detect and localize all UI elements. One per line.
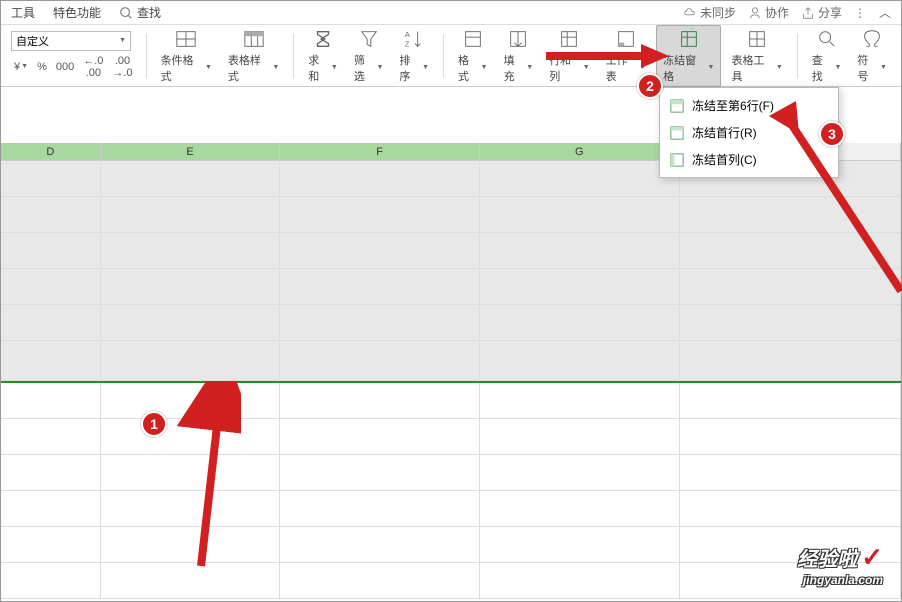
- check-icon: ✓: [861, 542, 883, 573]
- fill-button[interactable]: 填充▼: [498, 26, 540, 86]
- magnifier-icon: [815, 28, 839, 50]
- search-icon: [119, 6, 133, 20]
- sort-icon: AZ: [402, 28, 426, 50]
- table-tools-button[interactable]: 表格工具▼: [725, 26, 788, 86]
- watermark: 经验啦✓ jingyanla.com: [797, 542, 883, 587]
- filter-button[interactable]: 筛选▼: [348, 26, 390, 86]
- funnel-icon: [357, 28, 381, 50]
- grid-icon: [174, 28, 198, 50]
- freeze-firstcol-icon: [670, 153, 684, 167]
- freeze-firstrow-icon: [670, 126, 684, 140]
- format-button[interactable]: 格式▼: [452, 26, 494, 86]
- annotation-2: 2: [637, 73, 663, 99]
- chevron-down-icon: ▼: [119, 37, 126, 44]
- top-menu-bar: 工具 特色功能 查找 未同步 协作 分享 ⋮ ︿: [1, 1, 901, 25]
- freeze-panes-button[interactable]: * 冻结窗格▼: [656, 25, 721, 87]
- sigma-icon: [311, 28, 335, 50]
- col-header-f[interactable]: F: [280, 143, 480, 160]
- col-header-g[interactable]: G: [480, 143, 680, 160]
- freeze-icon: *: [677, 28, 701, 50]
- number-format-dropdown[interactable]: 自定义 ▼: [11, 31, 131, 51]
- worksheet-icon: [614, 28, 638, 50]
- omega-icon: [860, 28, 884, 50]
- menu-freeze-first-col[interactable]: 冻结首列(C): [660, 146, 838, 173]
- menu-tools[interactable]: 工具: [11, 4, 35, 21]
- percent-button[interactable]: %: [34, 59, 50, 75]
- row-col-icon: [557, 28, 581, 50]
- table-tools-icon: [745, 28, 769, 50]
- person-icon: [748, 6, 762, 20]
- symbol-button[interactable]: 符号▼: [851, 26, 893, 86]
- share-button[interactable]: 分享: [801, 4, 842, 21]
- ribbon-toolbar: 自定义 ▼ ¥▼ % 000 ←.0.00 .00→.0 条件格式▼ 表格样式▼…: [1, 25, 901, 87]
- fill-icon: [506, 28, 530, 50]
- col-header-e[interactable]: E: [101, 143, 281, 160]
- sum-button[interactable]: 求和▼: [302, 26, 344, 86]
- collab-button[interactable]: 协作: [748, 4, 789, 21]
- currency-button[interactable]: ¥▼: [11, 59, 31, 75]
- menu-features[interactable]: 特色功能: [53, 4, 101, 21]
- freeze-row-icon: *: [670, 99, 684, 113]
- svg-text:A: A: [405, 30, 410, 39]
- table-style-button[interactable]: 表格样式▼: [222, 26, 285, 86]
- chevron-up-icon[interactable]: ︿: [879, 4, 891, 21]
- svg-text:*: *: [691, 28, 694, 34]
- find-button[interactable]: 查找▼: [806, 26, 848, 86]
- menu-freeze-row6[interactable]: * 冻结至第6行(F): [660, 92, 838, 119]
- annotation-1: 1: [141, 411, 167, 437]
- sort-button[interactable]: AZ 排序▼: [393, 26, 435, 86]
- table-style-icon: [242, 28, 266, 50]
- col-header-d[interactable]: D: [1, 143, 101, 160]
- freeze-dropdown-menu: * 冻结至第6行(F) 冻结首行(R) 冻结首列(C): [659, 87, 839, 178]
- cloud-icon: [683, 6, 697, 20]
- spreadsheet: D E F G H: [1, 143, 901, 599]
- search-button[interactable]: 查找: [119, 4, 161, 21]
- format-icon: [461, 28, 485, 50]
- svg-text:*: *: [680, 99, 682, 104]
- conditional-format-button[interactable]: 条件格式▼: [155, 26, 218, 86]
- share-icon: [801, 6, 815, 20]
- decimal-increase-button[interactable]: ←.0.00: [80, 53, 106, 81]
- svg-text:Z: Z: [405, 39, 410, 48]
- row-col-button[interactable]: 行和列▼: [543, 26, 595, 86]
- more-icon[interactable]: ⋮: [854, 6, 867, 20]
- sync-status[interactable]: 未同步: [683, 4, 736, 21]
- decimal-decrease-button[interactable]: .00→.0: [109, 53, 135, 81]
- annotation-3: 3: [819, 121, 845, 147]
- menu-freeze-first-row[interactable]: 冻结首行(R): [660, 119, 838, 146]
- comma-button[interactable]: 000: [53, 59, 77, 75]
